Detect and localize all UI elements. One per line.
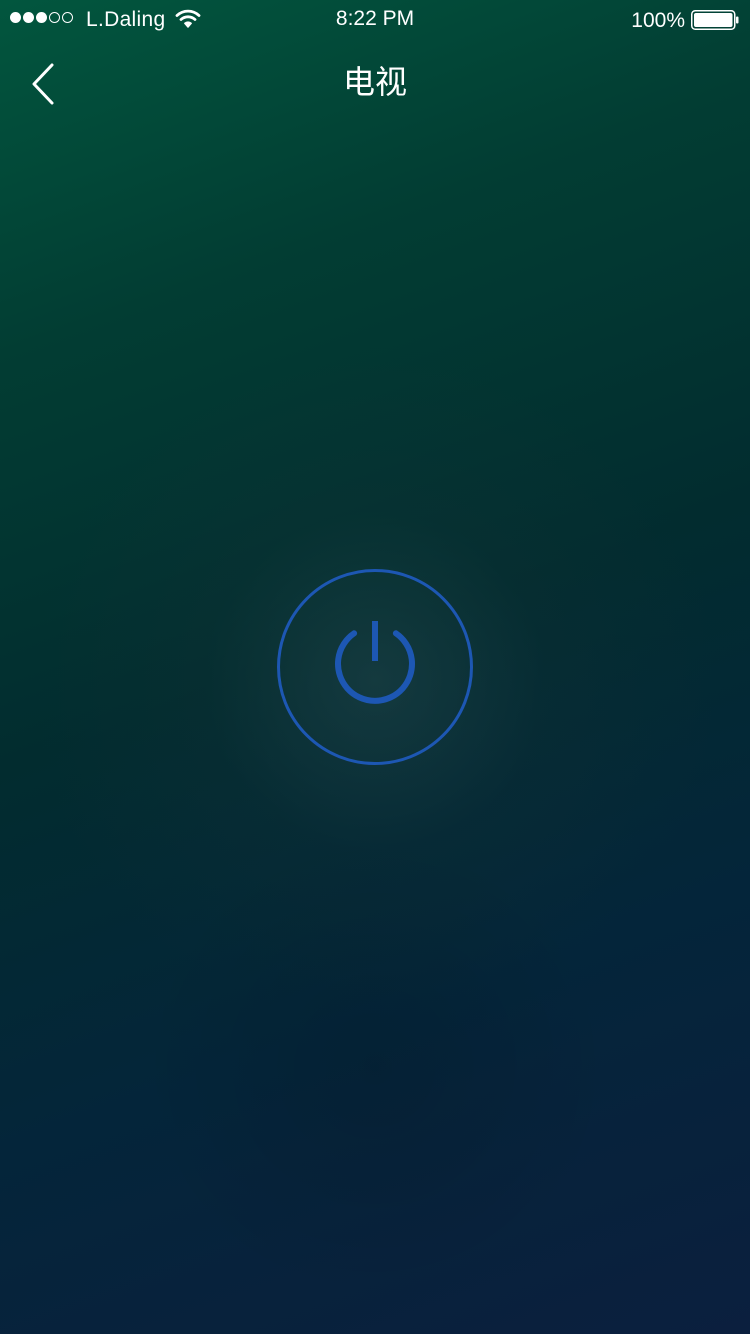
power-button-ring xyxy=(277,569,473,765)
power-button[interactable] xyxy=(277,569,473,765)
battery-icon xyxy=(691,10,739,30)
page-title: 电视 xyxy=(342,63,407,101)
status-bar: L.Daling 8:22 PM 100% xyxy=(0,0,750,40)
battery-level-fill xyxy=(694,13,733,27)
power-icon xyxy=(335,621,415,704)
battery-percentage: 100% xyxy=(631,9,685,32)
